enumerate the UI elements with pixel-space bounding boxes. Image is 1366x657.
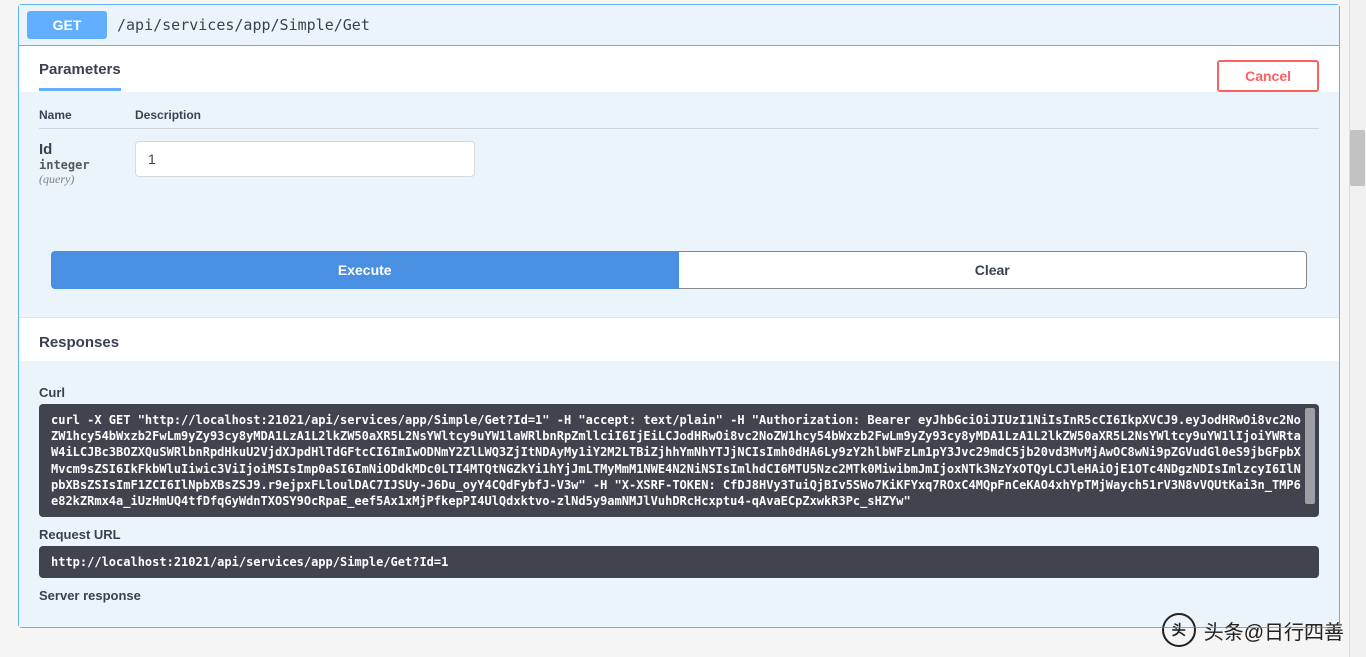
- operation-summary[interactable]: GET /api/services/app/Simple/Get: [19, 5, 1339, 46]
- param-type: integer: [39, 158, 135, 172]
- page-scrollbar[interactable]: [1349, 0, 1366, 657]
- request-url-label: Request URL: [39, 527, 1319, 542]
- responses-header: Responses: [19, 317, 1339, 361]
- http-method-badge: GET: [27, 11, 107, 39]
- param-id-input[interactable]: [135, 141, 475, 177]
- curl-label: Curl: [39, 385, 1319, 400]
- cancel-button[interactable]: Cancel: [1217, 60, 1319, 92]
- param-location: (query): [39, 172, 135, 187]
- responses-area: Curl curl -X GET "http://localhost:21021…: [19, 361, 1339, 627]
- parameters-area: Name Description Id integer (query): [19, 92, 1339, 317]
- curl-output[interactable]: curl -X GET "http://localhost:21021/api/…: [39, 404, 1319, 517]
- param-name: Id: [39, 141, 135, 158]
- parameters-tab[interactable]: Parameters: [39, 61, 121, 91]
- parameters-tab-header: Parameters Cancel: [19, 46, 1339, 92]
- column-header-name: Name: [39, 108, 135, 122]
- server-response-label: Server response: [39, 588, 1319, 603]
- execute-button[interactable]: Execute: [51, 251, 679, 289]
- request-url-output[interactable]: http://localhost:21021/api/services/app/…: [39, 546, 1319, 578]
- parameter-row: Id integer (query): [39, 141, 1319, 187]
- operation-block: GET /api/services/app/Simple/Get Paramet…: [18, 4, 1340, 628]
- curl-scrollbar[interactable]: [1303, 406, 1317, 515]
- curl-scroll-thumb[interactable]: [1305, 408, 1315, 504]
- column-header-description: Description: [135, 108, 201, 122]
- page-scroll-thumb[interactable]: [1350, 130, 1365, 186]
- endpoint-path: /api/services/app/Simple/Get: [117, 16, 370, 34]
- clear-button[interactable]: Clear: [679, 251, 1308, 289]
